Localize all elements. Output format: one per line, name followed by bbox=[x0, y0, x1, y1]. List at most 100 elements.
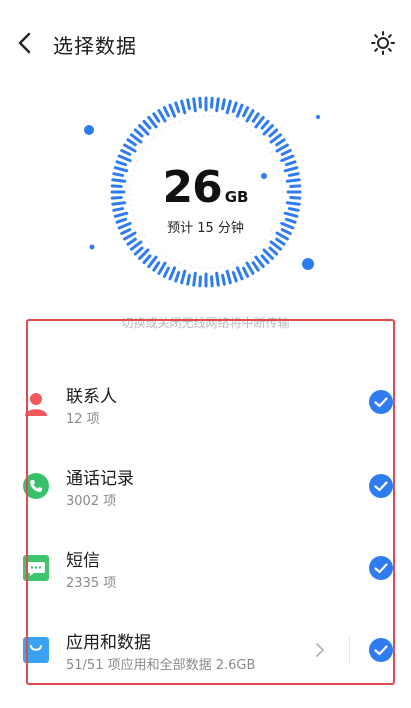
phone-icon bbox=[22, 472, 50, 500]
sun-icon bbox=[371, 31, 395, 55]
app-icon bbox=[22, 636, 50, 664]
item-call-log[interactable]: 通话记录 3002 项 bbox=[0, 456, 411, 526]
size-value: 26 bbox=[162, 162, 223, 213]
gauge-tick bbox=[231, 101, 238, 114]
chevron-right-icon[interactable] bbox=[313, 641, 327, 659]
gauge-tick bbox=[225, 99, 232, 115]
checkbox-checked-icon[interactable] bbox=[369, 638, 393, 662]
item-count: 51/51 项应用和全部数据 2.6GB bbox=[66, 658, 256, 673]
item-label: 联系人 bbox=[66, 387, 117, 407]
gauge-tick bbox=[242, 266, 250, 278]
decor-dot bbox=[89, 244, 95, 250]
gauge-tick bbox=[275, 138, 286, 147]
network-notice: 切换或关闭无线网络将中断传输 bbox=[121, 316, 290, 330]
gauge-tick bbox=[245, 109, 255, 123]
back-arrow-icon bbox=[18, 32, 31, 54]
gauge-tick bbox=[269, 133, 283, 144]
gauge-tick bbox=[147, 115, 158, 129]
gauge-tick bbox=[162, 266, 170, 278]
page-title: 选择数据 bbox=[53, 34, 137, 58]
decor-dot bbox=[302, 258, 314, 270]
gauge-tick bbox=[242, 106, 250, 118]
gauge-tick bbox=[254, 115, 265, 129]
gauge-tick bbox=[147, 255, 158, 269]
gauge-tick bbox=[162, 106, 170, 118]
gauge-tick bbox=[138, 248, 150, 260]
gauge-tick bbox=[168, 266, 177, 281]
gauge-tick bbox=[126, 138, 137, 147]
gauge-tick bbox=[113, 211, 129, 218]
gauge-tick bbox=[275, 237, 286, 246]
gauge-tick bbox=[192, 97, 197, 113]
message-icon bbox=[22, 554, 50, 582]
gauge-tick bbox=[138, 124, 150, 136]
item-label: 短信 bbox=[66, 551, 100, 571]
back-button[interactable] bbox=[10, 28, 38, 58]
gauge-tick bbox=[245, 261, 255, 275]
gauge-tick bbox=[215, 97, 220, 113]
gauge-tick bbox=[152, 261, 161, 272]
gauge-tick bbox=[157, 261, 167, 275]
data-size: 26 GB bbox=[0, 162, 411, 213]
gauge-tick bbox=[186, 273, 191, 286]
gauge-tick bbox=[268, 128, 279, 138]
decor-dot bbox=[316, 115, 320, 119]
gauge-tick bbox=[129, 240, 143, 251]
gauge-tick bbox=[221, 98, 226, 111]
decor-dot bbox=[84, 125, 94, 135]
gauge-tick bbox=[280, 154, 295, 163]
gauge-tick bbox=[120, 148, 132, 156]
item-label: 应用和数据 bbox=[66, 633, 151, 653]
gauge-tick bbox=[268, 246, 279, 256]
theme-toggle-button[interactable] bbox=[368, 28, 398, 58]
gauge-tick bbox=[186, 98, 191, 111]
item-label: 通话记录 bbox=[66, 469, 134, 489]
gauge-tick bbox=[152, 112, 161, 123]
gauge-tick bbox=[180, 269, 187, 285]
gauge-tick bbox=[142, 254, 152, 265]
contact-icon bbox=[22, 390, 50, 418]
gauge-tick bbox=[251, 112, 260, 123]
gauge-tick bbox=[117, 154, 132, 163]
gauge-tick bbox=[215, 271, 220, 287]
gauge-tick bbox=[157, 109, 167, 123]
item-contacts[interactable]: 联系人 12 项 bbox=[0, 374, 411, 444]
item-count: 12 项 bbox=[66, 412, 100, 427]
size-unit: GB bbox=[224, 188, 249, 206]
checkbox-checked-icon[interactable] bbox=[369, 474, 393, 498]
gauge-tick bbox=[235, 266, 244, 281]
gauge-tick bbox=[198, 275, 202, 288]
gauge-tick bbox=[210, 96, 214, 109]
gauge-tick bbox=[168, 103, 177, 118]
gauge-tick bbox=[260, 119, 270, 130]
gauge-tick bbox=[174, 101, 181, 114]
checkbox-checked-icon[interactable] bbox=[369, 390, 393, 414]
gauge-tick bbox=[283, 211, 299, 218]
estimated-time: 预计 15 分钟 bbox=[167, 221, 244, 236]
gauge-tick bbox=[180, 99, 187, 115]
gauge-tick bbox=[280, 148, 292, 156]
gauge-tick bbox=[198, 96, 202, 109]
gauge-tick bbox=[269, 240, 283, 251]
item-messages[interactable]: 短信 2335 项 bbox=[0, 538, 411, 608]
header: 选择数据 bbox=[0, 0, 411, 86]
gauge-tick bbox=[254, 255, 265, 269]
gauge-tick bbox=[123, 143, 137, 153]
checkbox-checked-icon[interactable] bbox=[369, 556, 393, 580]
gauge-tick bbox=[221, 273, 226, 286]
item-count: 3002 项 bbox=[66, 494, 117, 509]
divider bbox=[349, 635, 350, 663]
gauge-tick bbox=[225, 269, 232, 285]
gauge-tick bbox=[260, 254, 270, 265]
gauge-tick bbox=[231, 270, 238, 283]
item-apps-data[interactable]: 应用和数据 51/51 项应用和全部数据 2.6GB bbox=[0, 620, 411, 690]
gauge-tick bbox=[262, 124, 274, 136]
gauge-tick bbox=[133, 128, 144, 138]
gauge-tick bbox=[126, 237, 137, 246]
gauge-tick bbox=[251, 261, 260, 272]
gauge-tick bbox=[235, 103, 244, 118]
gauge-tick bbox=[210, 275, 214, 288]
item-count: 2335 项 bbox=[66, 576, 117, 591]
gauge-tick bbox=[174, 270, 181, 283]
gauge-tick bbox=[262, 248, 274, 260]
